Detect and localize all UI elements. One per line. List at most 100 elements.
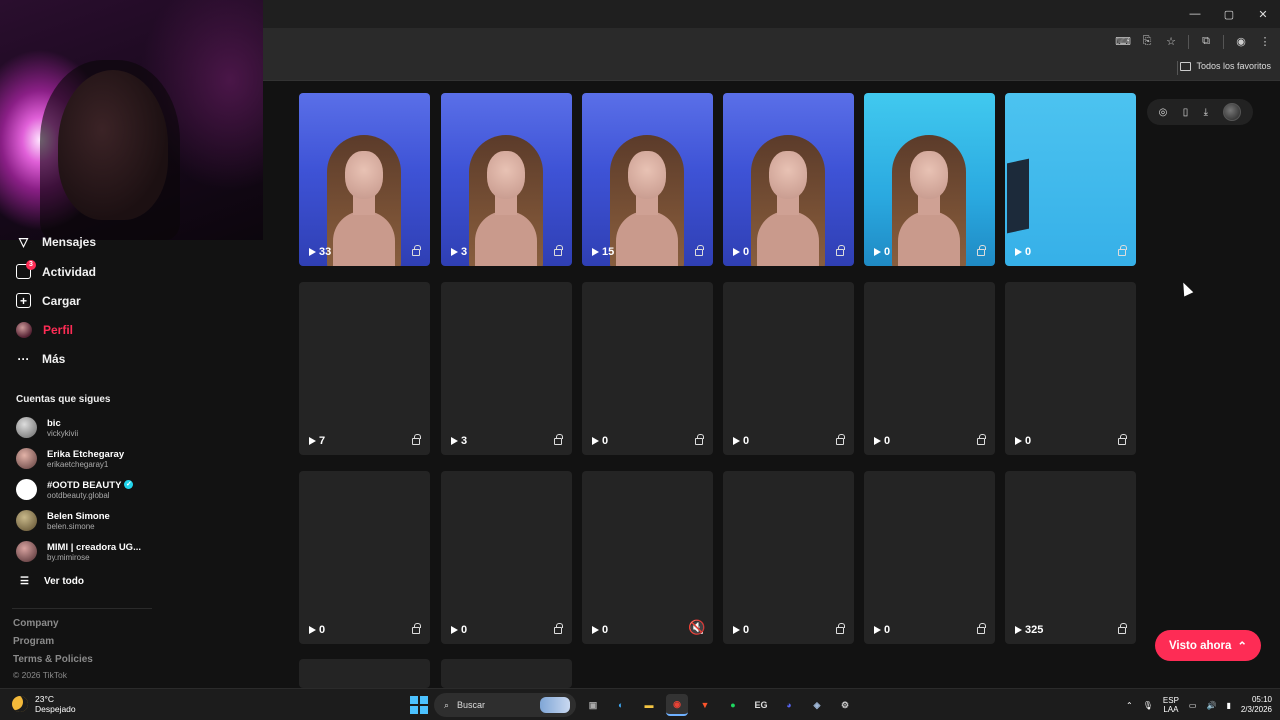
following-account[interactable]: MIMI | creadora UG... by.mimirose <box>16 541 141 562</box>
video-card[interactable]: 0 <box>299 471 430 644</box>
maximize-button[interactable]: ▢ <box>1212 0 1246 28</box>
view-count-value: 3 <box>461 246 468 258</box>
windows-start-icon[interactable] <box>410 696 428 714</box>
weather-widget[interactable]: 23°C Despejado <box>12 694 76 714</box>
play-icon <box>1015 626 1022 634</box>
star-icon[interactable]: ☆ <box>1164 35 1178 49</box>
microphone-icon[interactable]: 🎙 <box>1143 701 1153 710</box>
mute-icon[interactable]: 🔇 <box>688 619 705 636</box>
video-card[interactable]: 7 <box>299 282 430 455</box>
following-account[interactable]: #OOTD BEAUTY ✓ ootdbeauty.global <box>16 479 134 500</box>
play-icon <box>1015 248 1022 256</box>
video-meta: 325 <box>1015 622 1127 636</box>
sidebar-item-perfil[interactable]: Perfil <box>16 322 73 338</box>
translate-icon[interactable]: ⌨ <box>1115 35 1131 49</box>
brave-icon[interactable]: ▼ <box>694 694 716 716</box>
sidebar-item-actividad[interactable]: 3 Actividad <box>16 260 97 279</box>
video-meta: 33 <box>309 244 421 258</box>
chrome-icon[interactable]: ◉ <box>666 694 688 716</box>
divider <box>12 608 152 609</box>
seen-now-button[interactable]: Visto ahora ⌃ <box>1155 630 1261 661</box>
extensions-icon[interactable]: ⧉ <box>1199 35 1213 49</box>
battery-icon[interactable]: ▮ <box>1226 701 1230 710</box>
video-card[interactable]: 0 <box>723 282 854 455</box>
video-card[interactable]: 0 <box>1005 282 1136 455</box>
following-account[interactable]: bic vickykivii <box>16 417 78 438</box>
app-icon[interactable]: ⚙ <box>834 694 856 716</box>
epic-games-icon[interactable]: EG <box>750 694 772 716</box>
lock-icon <box>554 244 563 256</box>
avatar[interactable] <box>1223 103 1242 121</box>
avatar <box>16 417 37 438</box>
video-card[interactable]: 0 <box>723 471 854 644</box>
file-explorer-icon[interactable]: ▬ <box>638 694 660 716</box>
all-bookmarks-button[interactable]: Todos los favoritos <box>1180 61 1271 71</box>
video-card[interactable]: 33 <box>299 93 430 266</box>
play-icon <box>592 626 599 634</box>
avatar <box>16 322 32 338</box>
video-card[interactable]: 3 <box>441 282 572 455</box>
address-bar-icons: ⌨ ⎘ ☆ ⧉ ◉ ⋮ <box>1115 28 1272 55</box>
video-meta: 15 <box>592 244 704 258</box>
edge-icon[interactable]: ◐ <box>610 694 632 716</box>
sidebar-item-mensajes[interactable]: ▽ Mensajes <box>16 234 96 249</box>
task-view-icon[interactable]: ▣ <box>582 694 604 716</box>
sidebar-item-label: Actividad <box>42 264 97 279</box>
language-indicator[interactable]: ESP LAA <box>1163 696 1179 714</box>
video-card[interactable]: 3 <box>441 93 572 266</box>
network-icon[interactable]: ▭ <box>1189 701 1197 710</box>
video-card[interactable]: 0 <box>441 471 572 644</box>
temperature: 23°C <box>35 694 54 704</box>
video-card[interactable] <box>441 659 572 688</box>
steam-icon[interactable]: ◈ <box>806 694 828 716</box>
lock-icon <box>977 433 986 445</box>
video-card[interactable]: 0 <box>864 282 995 455</box>
following-account[interactable]: Erika Etchegaray erikaetchegaray1 <box>16 448 124 469</box>
view-count: 15 <box>592 246 614 258</box>
taskbar-search[interactable]: ⌕ Buscar <box>434 693 576 717</box>
play-icon <box>309 437 316 445</box>
cast-icon[interactable]: ⎘ <box>1140 35 1154 49</box>
view-count: 325 <box>1015 624 1043 636</box>
video-card[interactable]: 0 <box>864 93 995 266</box>
lock-icon <box>977 244 986 256</box>
video-card[interactable]: 0 <box>723 93 854 266</box>
compass-icon[interactable]: ◎ <box>1159 107 1168 118</box>
download-icon[interactable]: ⤓ <box>1204 107 1208 118</box>
following-account[interactable]: Belen Simone belen.simone <box>16 510 110 531</box>
phone-icon[interactable]: ▯ <box>1183 107 1189 118</box>
video-card[interactable]: 15 <box>582 93 713 266</box>
sidebar-item-label: Mensajes <box>42 234 97 249</box>
video-card[interactable]: 0 <box>864 471 995 644</box>
lock-icon <box>1118 244 1127 256</box>
close-button[interactable]: ✕ <box>1246 0 1280 28</box>
keyboard-layout: LAA <box>1163 705 1179 714</box>
footer-link-program[interactable]: Program <box>13 636 54 647</box>
discord-icon[interactable]: ◕ <box>778 694 800 716</box>
sidebar-item-mas[interactable]: ··· Más <box>16 351 66 366</box>
profile-icon[interactable]: ◉ <box>1234 35 1248 49</box>
video-card[interactable] <box>299 659 430 688</box>
volume-icon[interactable]: 🔊 <box>1206 701 1216 710</box>
video-meta: 0 <box>733 433 845 447</box>
see-all-button[interactable]: ☰ Ver todo <box>20 576 84 587</box>
chevron-up-icon[interactable]: ⌃ <box>1126 701 1133 710</box>
spotify-icon[interactable]: ● <box>722 694 744 716</box>
play-icon <box>733 437 740 445</box>
view-count-value: 325 <box>1025 624 1044 636</box>
left-sidebar: ▽ Mensajes 3 Actividad + Cargar Perfil ·… <box>0 235 263 688</box>
sidebar-item-cargar[interactable]: + Cargar <box>16 293 81 308</box>
footer-link-company[interactable]: Company <box>13 618 59 629</box>
avatar <box>16 448 37 469</box>
video-card[interactable]: 0 <box>1005 93 1136 266</box>
toolbar-divider <box>1223 34 1224 49</box>
footer-link-terms[interactable]: Terms & Policies <box>13 654 93 665</box>
view-count: 0 <box>733 435 749 447</box>
video-card[interactable]: 325 <box>1005 471 1136 644</box>
clock[interactable]: 05:10 2/3/2026 <box>1241 695 1272 715</box>
lock-icon <box>554 433 563 445</box>
video-card[interactable]: 0 <box>582 282 713 455</box>
window-controls: — ▢ ✕ <box>1178 0 1280 28</box>
minimize-button[interactable]: — <box>1178 0 1212 28</box>
menu-icon[interactable]: ⋮ <box>1258 35 1272 49</box>
